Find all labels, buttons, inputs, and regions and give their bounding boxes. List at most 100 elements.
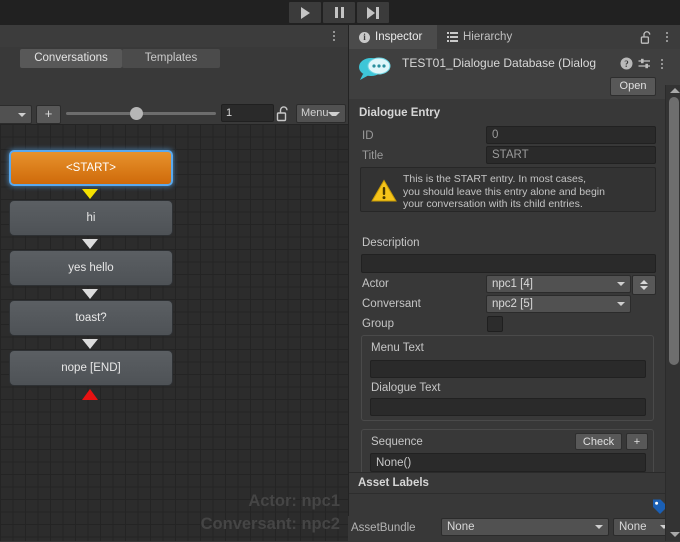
- asset-kebab-icon[interactable]: [657, 57, 667, 70]
- canvas-conversant-watermark: Conversant: npc2: [200, 515, 340, 533]
- link-arrow-icon: [82, 189, 98, 199]
- tab-inspector-label: Inspector: [375, 31, 423, 43]
- conversation-dropdown[interactable]: [0, 105, 32, 124]
- step-icon: [367, 6, 379, 19]
- stepper-down-icon: [640, 286, 648, 290]
- menu-text-label: Menu Text: [371, 342, 424, 354]
- tab-hierarchy[interactable]: Hierarchy: [437, 25, 529, 49]
- node-start[interactable]: <START>: [9, 150, 173, 186]
- svg-text:?: ?: [624, 59, 629, 69]
- tab-templates[interactable]: Templates: [122, 49, 220, 68]
- dialogue-text-field[interactable]: [370, 398, 646, 416]
- node-hi[interactable]: hi: [9, 200, 173, 236]
- scroll-down-icon[interactable]: [670, 532, 680, 537]
- inspector-scrollbar[interactable]: [665, 85, 680, 541]
- id-field[interactable]: 0: [486, 126, 656, 144]
- conversant-label: Conversant: [362, 298, 421, 310]
- pause-button[interactable]: [323, 2, 355, 23]
- sequence-field[interactable]: None(): [370, 453, 646, 472]
- description-label: Description: [362, 237, 420, 249]
- editor-subtabs: Conversations Templates: [0, 47, 348, 70]
- inspector-tabbar: i Inspector Hierarchy: [349, 25, 680, 50]
- start-entry-warning-box: This is the START entry. In most cases, …: [360, 167, 656, 212]
- tab-hierarchy-label: Hierarchy: [463, 31, 513, 43]
- description-field[interactable]: [361, 254, 656, 273]
- node-label: toast?: [75, 312, 107, 324]
- asset-labels-title: Asset Labels: [358, 477, 429, 489]
- link-arrow-icon: [82, 239, 98, 249]
- editor-menu-dropdown[interactable]: Menu: [296, 104, 346, 123]
- link-arrow-icon: [82, 289, 98, 299]
- asset-labels-section: Asset Labels AssetBundle None None: [349, 472, 680, 542]
- sequence-add-button[interactable]: +: [626, 433, 648, 450]
- playmode-controls: [289, 2, 389, 23]
- actor-value: npc1 [4]: [492, 278, 533, 290]
- play-button[interactable]: [289, 2, 321, 23]
- conversant-dropdown[interactable]: npc2 [5]: [486, 295, 631, 313]
- conversant-value: npc2 [5]: [492, 298, 533, 310]
- group-checkbox[interactable]: [487, 316, 503, 332]
- node-label: yes hello: [68, 262, 114, 274]
- add-conversation-button[interactable]: +: [36, 105, 61, 124]
- assetbundle-variant-value: None: [619, 521, 647, 533]
- scrollbar-thumb[interactable]: [669, 97, 679, 365]
- asset-header: TEST01_Dialogue Database (Dialog ? Open: [349, 49, 680, 100]
- sequence-label: Sequence: [371, 436, 423, 448]
- editor-control-bar: [0, 69, 348, 99]
- node-label: nope [END]: [61, 362, 121, 374]
- end-arrow-icon: [82, 389, 98, 400]
- id-label: ID: [362, 130, 374, 142]
- link-arrow-icon: [82, 339, 98, 349]
- divider: [349, 493, 680, 494]
- dialogue-editor-window: Conversations Templates + 1 Menu <START>…: [0, 25, 348, 541]
- node-toast[interactable]: toast?: [9, 300, 173, 336]
- assetbundle-value: None: [447, 521, 475, 533]
- editor-window-tabbar: [0, 25, 348, 48]
- help-icon[interactable]: ?: [620, 57, 633, 70]
- chevron-down-icon: [617, 282, 625, 286]
- chevron-down-icon: [18, 113, 26, 117]
- tab-inspector[interactable]: i Inspector: [349, 25, 437, 49]
- dialogue-entry-section-title: Dialogue Entry: [359, 107, 441, 119]
- info-icon: i: [359, 31, 370, 43]
- actor-label: Actor: [362, 278, 389, 290]
- canvas-actor-watermark: Actor: npc1: [248, 492, 340, 510]
- node-label: <START>: [65, 162, 117, 174]
- dialogue-text-label: Dialogue Text: [371, 382, 441, 394]
- menu-text-field[interactable]: [370, 360, 646, 378]
- node-nope-end[interactable]: nope [END]: [9, 350, 173, 386]
- inspector-kebab-icon[interactable]: [662, 30, 672, 44]
- actor-stepper[interactable]: [632, 275, 656, 295]
- stepper-up-icon: [640, 280, 648, 284]
- unity-editor-window: Conversations Templates + 1 Menu <START>…: [0, 0, 680, 542]
- open-button[interactable]: Open: [610, 77, 656, 96]
- group-label: Group: [362, 318, 394, 330]
- zoom-value-field[interactable]: 1: [221, 104, 274, 122]
- lock-open-icon[interactable]: [276, 105, 292, 122]
- assetbundle-label: AssetBundle: [351, 522, 416, 534]
- warning-icon: [371, 179, 397, 203]
- sequence-check-button[interactable]: Check: [575, 433, 622, 450]
- preset-icon[interactable]: [638, 57, 651, 70]
- tab-conversations[interactable]: Conversations: [20, 49, 122, 68]
- inspector-body: Dialogue Entry ID 0 Title START This is …: [349, 99, 665, 472]
- dialogue-database-icon: [357, 54, 395, 82]
- editor-window-kebab-icon[interactable]: [328, 29, 340, 43]
- inspector-lock-open-icon[interactable]: [640, 30, 654, 44]
- unity-main-toolbar: [0, 0, 680, 25]
- zoom-slider-handle[interactable]: [130, 107, 143, 120]
- chevron-down-icon: [328, 112, 340, 116]
- pause-icon: [334, 7, 344, 18]
- text-group-box: Menu Text Dialogue Text: [361, 335, 654, 421]
- sequence-group-box: Sequence Check + None(): [361, 429, 654, 472]
- title-field[interactable]: START: [486, 146, 656, 164]
- scroll-up-icon[interactable]: [670, 88, 680, 93]
- start-entry-warning-text: This is the START entry. In most cases, …: [403, 173, 605, 210]
- assetbundle-dropdown[interactable]: None: [441, 518, 609, 536]
- dialogue-node-canvas[interactable]: <START> hi yes hello toast? nope [END] A…: [0, 124, 348, 541]
- chevron-down-icon: [617, 302, 625, 306]
- asset-title: TEST01_Dialogue Database (Dialog: [402, 56, 597, 70]
- node-yes-hello[interactable]: yes hello: [9, 250, 173, 286]
- actor-dropdown[interactable]: npc1 [4]: [486, 275, 631, 293]
- step-button[interactable]: [357, 2, 389, 23]
